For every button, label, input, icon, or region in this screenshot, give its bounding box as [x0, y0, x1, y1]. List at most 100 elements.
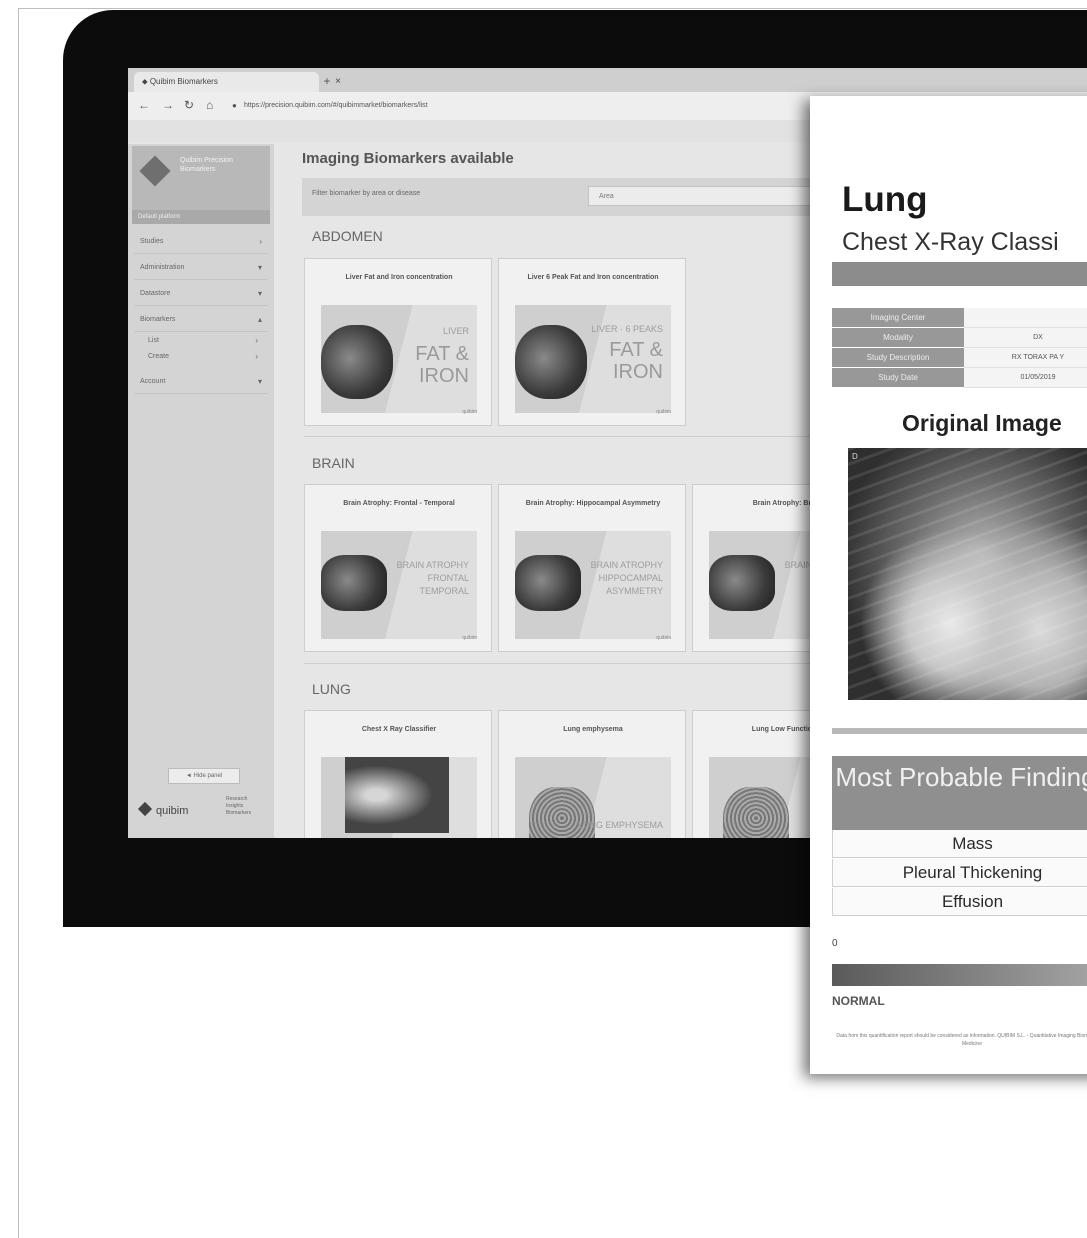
sidebar-subitem-label: List: [148, 337, 159, 344]
report-footer: Data from this quantification report sho…: [836, 1033, 1087, 1047]
chest-xray-image: D: [848, 448, 1087, 700]
platform-bar: Default platform: [132, 210, 270, 224]
table-key: Modality: [832, 328, 964, 348]
biomarker-card[interactable]: Chest X Ray Classifier: [304, 710, 492, 838]
sidebar-item-datastore[interactable]: Datastore ▾: [134, 282, 268, 306]
biomarker-card[interactable]: Brain Atrophy: Frontal - Temporal BRAIN …: [304, 484, 492, 652]
sidebar-item-label: Biomarkers: [140, 316, 176, 323]
table-key: Study Date: [832, 368, 964, 388]
section-title-lung: LUNG: [312, 681, 351, 697]
sidebar-logo[interactable]: Quibim Precision Biomarkers: [132, 146, 270, 210]
sidebar-item-account[interactable]: Account ▾: [134, 370, 268, 394]
card-title: Brain Atrophy: Frontal - Temporal: [343, 500, 455, 507]
card-image: [321, 757, 477, 838]
chevron-down-icon: ▾: [257, 377, 262, 386]
sidebar-item-label: Administration: [140, 264, 185, 271]
chevron-down-icon: ▾: [257, 263, 262, 272]
biomarker-card[interactable]: Brain Atrophy: Hippocampal Asymmetry BRA…: [498, 484, 686, 652]
report-divider: [832, 728, 1087, 734]
sidebar-item-studies[interactable]: Studies ›: [134, 230, 268, 254]
page-title: Imaging Biomarkers available: [302, 150, 514, 167]
sidebar-subitem-list[interactable]: List ›: [148, 334, 268, 348]
card-image: BRAIN ATROPHY HIPPOCAMPAL ASYMMETRY: [515, 531, 671, 639]
card-footer-logo: quibim: [462, 635, 477, 641]
section-title-brain: BRAIN: [312, 455, 355, 471]
home-icon[interactable]: ⌂: [206, 98, 213, 112]
back-arrow-icon[interactable]: ←: [138, 98, 150, 112]
tab-title: Quibim Biomarkers: [149, 77, 218, 86]
sidebar: Quibim Precision Biomarkers Default plat…: [128, 144, 274, 838]
hide-panel-button[interactable]: ◄ Hide panel: [168, 768, 240, 784]
card-title: Liver 6 Peak Fat and Iron concentration: [527, 274, 659, 281]
reload-icon[interactable]: ↻: [184, 98, 194, 112]
brand-tagline: Research Insights Biomarkers: [226, 796, 252, 816]
url-field[interactable]: https://precision.quibim.com/#/quibimmar…: [244, 98, 844, 114]
finding-row: Effusion: [832, 888, 1087, 916]
sidebar-subitem-label: Create: [148, 353, 170, 360]
scale-min-label: 0: [832, 938, 838, 949]
card-art-small-label: LIVER · 6 PEAKS: [591, 324, 663, 334]
brain-scan-image: [321, 555, 387, 611]
biomarker-card[interactable]: Lung emphysema LUNG EMPHYSEMA: [498, 710, 686, 838]
chevron-right-icon: ›: [259, 237, 262, 246]
table-key: Imaging Center: [832, 308, 964, 328]
report-header-bar: [832, 262, 1087, 286]
card-footer-logo: quibim: [656, 635, 671, 641]
quibim-brand: quibim: [137, 801, 189, 817]
section-title-abdomen: ABDOMEN: [312, 228, 383, 244]
card-art-big-label: FAT & IRON: [609, 339, 663, 383]
sidebar-item-biomarkers[interactable]: Biomarkers ▴: [134, 308, 268, 332]
table-value: DX: [964, 328, 1087, 348]
chevron-right-icon: ›: [255, 352, 258, 361]
sidebar-subitem-create[interactable]: Create ›: [148, 350, 268, 364]
filter-label: Filter biomarker by area or disease: [312, 190, 421, 197]
card-title: Chest X Ray Classifier: [361, 726, 437, 733]
table-key: Study Description: [832, 348, 964, 368]
logo-subtitle: Biomarkers: [180, 166, 216, 173]
xray-rib-texture: [848, 448, 1087, 700]
finding-row: Mass: [832, 830, 1087, 858]
lung-scan-image: [723, 787, 789, 838]
quibim-logo-icon: [139, 155, 171, 187]
report-panel: Lung Chest X-Ray Classi Imaging Center M…: [810, 96, 1087, 1074]
table-row: Modality DX: [832, 328, 1087, 348]
table-value: [964, 308, 1087, 328]
browser-tabbar: ⬥ Quibim Biomarkers × +: [128, 68, 1087, 92]
card-image: LUNG EMPHYSEMA: [515, 757, 671, 838]
tab-close-icon[interactable]: ×: [335, 72, 341, 92]
brand-text: quibim: [156, 805, 189, 817]
sidebar-item-label: Studies: [140, 238, 164, 245]
biomarker-card[interactable]: Liver 6 Peak Fat and Iron concentration …: [498, 258, 686, 426]
quibim-brand-icon: [137, 801, 153, 817]
biomarker-card[interactable]: Liver Fat and Iron concentration LIVER F…: [304, 258, 492, 426]
card-footer-logo: quibim: [462, 409, 477, 415]
new-tab-button[interactable]: +: [318, 74, 336, 88]
sidebar-item-administration[interactable]: Administration ▾: [134, 256, 268, 280]
card-art-small-label: LIVER: [442, 326, 469, 336]
card-image: LIVER FAT & IRON: [321, 305, 477, 413]
table-row: Study Description RX TORAX PA Y: [832, 348, 1087, 368]
table-row: Imaging Center: [832, 308, 1087, 328]
findings-header: Most Probable Findings: [832, 756, 1087, 830]
table-value: RX TORAX PA Y: [964, 348, 1087, 368]
chevron-right-icon: ›: [255, 336, 258, 345]
card-title: Brain Atrophy: Hippocampal Asymmetry: [525, 500, 661, 507]
chevron-up-icon: ▴: [257, 315, 262, 324]
report-title: Lung: [842, 180, 928, 219]
probability-scale-bar: [832, 964, 1087, 986]
card-title: Liver Fat and Iron concentration: [345, 274, 453, 281]
browser-tab[interactable]: ⬥ Quibim Biomarkers ×: [134, 72, 341, 92]
report-subtitle: Chest X-Ray Classi: [842, 228, 1059, 256]
sidebar-item-label: Datastore: [140, 290, 171, 297]
xray-orientation-marker: D: [852, 452, 858, 461]
card-art-small-label: BRAIN ATROPHY FRONTAL TEMPORAL: [396, 560, 469, 596]
card-art-small-label: BRAIN ATROPHY HIPPOCAMPAL ASYMMETRY: [590, 560, 663, 596]
card-art-big-label: FAT & IRON: [415, 343, 469, 387]
sidebar-item-label: Account: [140, 378, 166, 385]
forward-arrow-icon[interactable]: →: [162, 98, 174, 112]
table-value: 01/05/2019: [964, 368, 1087, 388]
table-row: Study Date 01/05/2019: [832, 368, 1087, 388]
lock-icon: ●: [232, 101, 237, 110]
chest-xray-thumbnail: [345, 757, 449, 833]
card-title: Lung emphysema: [563, 726, 623, 733]
